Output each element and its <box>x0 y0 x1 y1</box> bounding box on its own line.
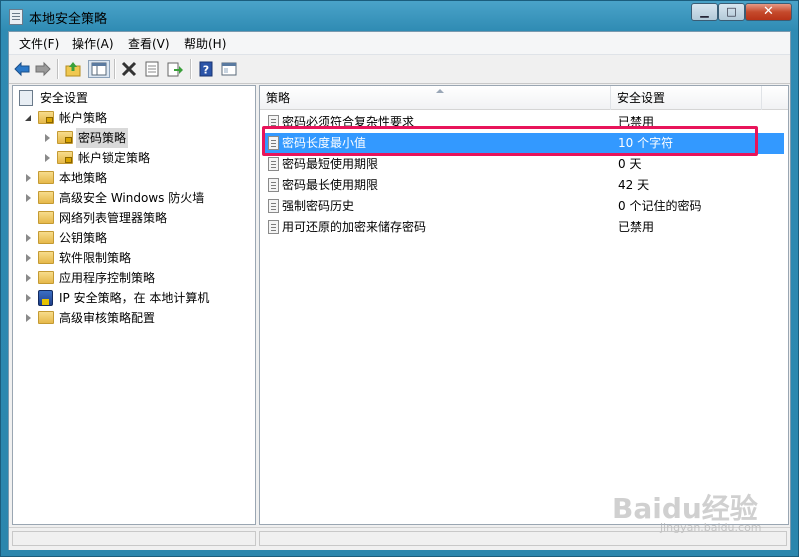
maximize-button[interactable]: □ <box>718 3 745 21</box>
tree-label: 高级安全 Windows 防火墙 <box>59 191 205 205</box>
folder-icon <box>38 171 54 184</box>
table-row[interactable]: 用可还原的加密来储存密码 已禁用 <box>264 217 784 238</box>
folder-icon <box>38 251 54 264</box>
forward-icon[interactable] <box>34 60 52 78</box>
table-row[interactable]: 强制密码历史 0 个记住的密码 <box>264 196 784 217</box>
tree-label: 高级审核策略配置 <box>59 311 156 325</box>
folder-lock-icon <box>57 151 73 164</box>
tree-item-firewall[interactable]: 高级安全 Windows 防火墙 <box>19 188 249 208</box>
folder-icon <box>38 191 54 204</box>
svg-text:?: ? <box>203 64 209 77</box>
properties-icon[interactable] <box>143 60 161 78</box>
tree-label: 帐户策略 <box>59 111 108 125</box>
toolbar-separator <box>190 59 192 79</box>
client-area: 文件(F) 操作(A) 查看(V) 帮助(H) ? 安全设置 帐户策略 密码策略… <box>8 31 791 550</box>
tree-label: IP 安全策略，在 本地计算机 <box>59 291 210 305</box>
menu-view[interactable]: 查看(V) <box>128 35 170 52</box>
tree-pane[interactable]: 安全设置 帐户策略 密码策略 帐户锁定策略 本地策略 高级安全 Windows … <box>12 85 256 525</box>
column-header-setting[interactable]: 安全设置 <box>611 86 761 110</box>
folder-icon <box>38 271 54 284</box>
annotation-highlight-box <box>262 126 758 156</box>
column-header-empty <box>762 86 788 110</box>
app-window: 本地安全策略 ▁ □ ✕ 文件(F) 操作(A) 查看(V) 帮助(H) ? 安… <box>0 0 799 557</box>
help-icon[interactable]: ? <box>197 60 215 78</box>
policy-setting: 42 天 <box>618 178 650 192</box>
column-header-label: 安全设置 <box>617 91 666 105</box>
security-policy-icon <box>9 9 23 25</box>
ip-security-icon <box>38 290 53 306</box>
delete-icon[interactable] <box>120 60 138 78</box>
minimize-button[interactable]: ▁ <box>691 3 718 21</box>
column-header-label: 策略 <box>266 91 291 105</box>
tree-item-software-restriction[interactable]: 软件限制策略 <box>19 248 249 268</box>
menu-file[interactable]: 文件(F) <box>19 35 59 52</box>
sort-ascending-icon <box>436 89 444 93</box>
tree-item-password-policy[interactable]: 密码策略 <box>19 128 249 148</box>
folder-lock-icon <box>57 131 73 144</box>
folder-icon <box>38 231 54 244</box>
folder-icon <box>38 211 54 224</box>
window-title: 本地安全策略 <box>29 12 108 27</box>
show-tree-icon[interactable] <box>88 60 110 78</box>
table-row[interactable]: 密码最短使用期限 0 天 <box>264 154 784 175</box>
console-icon[interactable] <box>220 60 238 78</box>
tree-item-advanced-audit[interactable]: 高级审核策略配置 <box>19 308 249 328</box>
toolbar-separator <box>57 59 59 79</box>
expanded-arrow-icon[interactable] <box>25 115 31 121</box>
policy-name: 强制密码历史 <box>282 199 355 213</box>
collapsed-arrow-icon[interactable] <box>26 234 31 242</box>
tree-label: 应用程序控制策略 <box>59 271 156 285</box>
toolbar: ? <box>9 55 790 84</box>
policy-name: 用可还原的加密来储存密码 <box>282 220 427 234</box>
toolbar-separator <box>114 59 116 79</box>
tree-item-local-policies[interactable]: 本地策略 <box>19 168 249 188</box>
menu-bar: 文件(F) 操作(A) 查看(V) 帮助(H) <box>9 32 790 55</box>
close-button[interactable]: ✕ <box>745 3 792 21</box>
collapsed-arrow-icon[interactable] <box>26 254 31 262</box>
policy-icon <box>268 220 279 234</box>
policy-icon <box>268 157 279 171</box>
folder-icon <box>38 311 54 324</box>
tree-label: 软件限制策略 <box>59 251 132 265</box>
collapsed-arrow-icon[interactable] <box>26 294 31 302</box>
policy-setting: 0 个记住的密码 <box>618 199 702 213</box>
policy-setting: 已禁用 <box>618 220 655 234</box>
tree-item-public-key[interactable]: 公钥策略 <box>19 228 249 248</box>
folder-lock-icon <box>38 111 54 124</box>
table-row[interactable]: 密码最长使用期限 42 天 <box>264 175 784 196</box>
collapsed-arrow-icon[interactable] <box>45 134 50 142</box>
tree-root[interactable]: 安全设置 <box>19 88 249 108</box>
column-header-policy[interactable]: 策略 <box>260 86 610 110</box>
export-icon[interactable] <box>166 60 184 78</box>
back-icon[interactable] <box>13 60 31 78</box>
policy-setting: 0 天 <box>618 157 642 171</box>
baidu-watermark-url: jingyan.baidu.com <box>660 521 762 534</box>
tree-label: 网络列表管理器策略 <box>59 211 168 225</box>
collapsed-arrow-icon[interactable] <box>26 274 31 282</box>
tree-label: 本地策略 <box>59 171 108 185</box>
collapsed-arrow-icon[interactable] <box>26 194 31 202</box>
tree-label: 公钥策略 <box>59 231 108 245</box>
collapsed-arrow-icon[interactable] <box>45 154 50 162</box>
policy-icon <box>268 199 279 213</box>
menu-help[interactable]: 帮助(H) <box>184 35 226 52</box>
title-bar[interactable]: 本地安全策略 ▁ □ ✕ <box>1 1 798 31</box>
tree-item-account-policies[interactable]: 帐户策略 <box>19 108 249 128</box>
status-cell <box>12 531 256 546</box>
policy-name: 密码最长使用期限 <box>282 178 379 192</box>
up-folder-icon[interactable] <box>64 60 82 78</box>
collapsed-arrow-icon[interactable] <box>26 314 31 322</box>
tree-item-ip-security[interactable]: IP 安全策略，在 本地计算机 <box>19 288 249 308</box>
tree-root-label: 安全设置 <box>40 91 89 105</box>
tree-label: 密码策略 <box>76 128 129 148</box>
policy-name: 密码最短使用期限 <box>282 157 379 171</box>
tree-item-lockout-policy[interactable]: 帐户锁定策略 <box>19 148 249 168</box>
policy-icon <box>268 178 279 192</box>
security-settings-icon <box>19 90 33 106</box>
tree-label: 帐户锁定策略 <box>78 151 151 165</box>
tree-item-app-control[interactable]: 应用程序控制策略 <box>19 268 249 288</box>
menu-action[interactable]: 操作(A) <box>72 35 114 52</box>
collapsed-arrow-icon[interactable] <box>26 174 31 182</box>
tree-item-network-list[interactable]: 网络列表管理器策略 <box>19 208 249 228</box>
